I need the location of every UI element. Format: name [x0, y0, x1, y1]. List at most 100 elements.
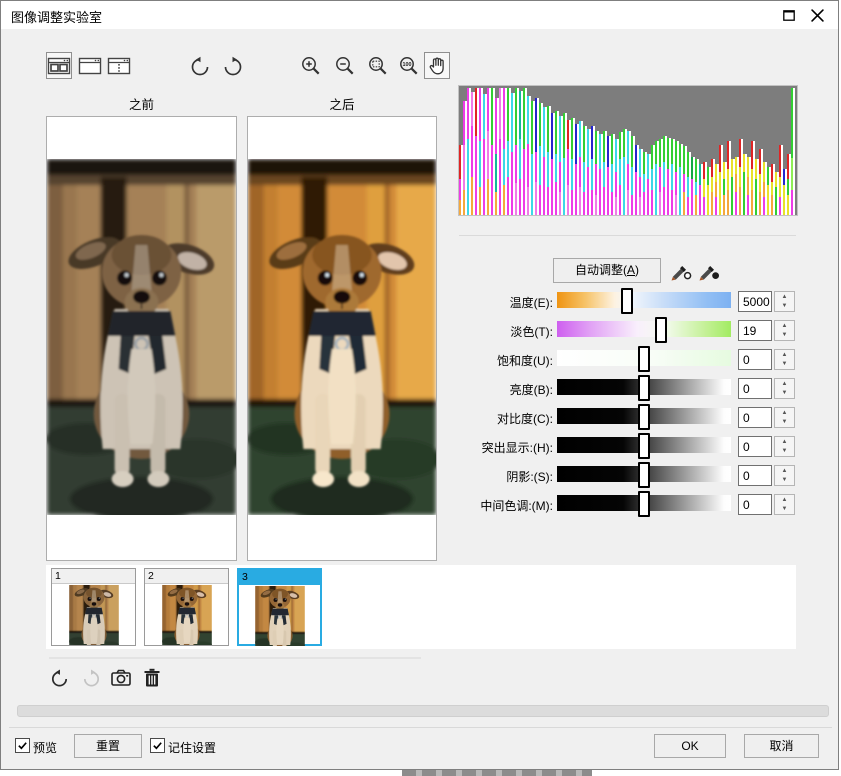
- slider-thumb[interactable]: [638, 404, 650, 430]
- gray-slider-track[interactable]: [557, 491, 731, 517]
- image-adjustment-lab-dialog: 图像调整实验室 100 之前 之后 自动调整(A) 温度(E): 5000 ▲ ▼ 淡色…: [0, 0, 839, 770]
- spinner-down-arrow[interactable]: ▼: [775, 302, 794, 312]
- cancel-button[interactable]: 取消: [744, 734, 819, 758]
- snapshot-thumbnail[interactable]: 2: [144, 568, 229, 646]
- white-point-eyedropper-icon: [671, 265, 692, 280]
- close-icon: [810, 8, 824, 22]
- spinner: ▲ ▼: [774, 436, 795, 457]
- preview-checkbox-label: 预览: [33, 741, 58, 755]
- slider-row: 对比度(C): 0 ▲ ▼: [461, 404, 806, 433]
- slider-thumb[interactable]: [638, 375, 650, 401]
- zoom-100-button[interactable]: 100: [396, 52, 422, 79]
- spinner-down-arrow[interactable]: ▼: [775, 360, 794, 370]
- slider-value-input[interactable]: 19: [738, 320, 772, 341]
- spinner-down-arrow[interactable]: ▼: [775, 331, 794, 341]
- auto-adjust-button[interactable]: 自动调整(A): [553, 258, 661, 283]
- single-preview-button[interactable]: [77, 52, 103, 79]
- slider-thumb[interactable]: [620, 288, 633, 314]
- gray-slider-track[interactable]: [557, 375, 731, 401]
- redo-button[interactable]: [79, 666, 103, 690]
- rotate-cw-button[interactable]: [220, 53, 246, 80]
- slider-thumb[interactable]: [638, 491, 650, 517]
- split-preview-icon: [107, 57, 131, 74]
- slider-thumb[interactable]: [655, 317, 668, 343]
- preview-checkbox[interactable]: [15, 738, 30, 753]
- gray-slider-track[interactable]: [557, 404, 731, 430]
- spinner-down-arrow[interactable]: ▼: [775, 447, 794, 457]
- slider-thumb[interactable]: [638, 433, 650, 459]
- before-after-preview-button[interactable]: [46, 52, 72, 79]
- slider-value-input[interactable]: 0: [738, 436, 772, 457]
- slider-value-input[interactable]: 5000: [738, 291, 772, 312]
- spinner-up-arrow[interactable]: ▲: [775, 466, 794, 476]
- black-point-eyedropper-button[interactable]: [696, 258, 722, 283]
- slider-label: 对比度(C):: [497, 412, 553, 426]
- spinner-down-arrow[interactable]: ▼: [775, 418, 794, 428]
- slider-value-input[interactable]: 0: [738, 407, 772, 428]
- zoom-fit-button[interactable]: [365, 52, 391, 79]
- rotate-cw-icon: [224, 56, 242, 75]
- footer-divider: [9, 727, 832, 728]
- snapshot-thumbnail[interactable]: 3: [237, 568, 322, 646]
- zoom-100-icon: 100: [400, 56, 418, 74]
- zoom-out-button[interactable]: [332, 52, 358, 79]
- spinner-down-arrow[interactable]: ▼: [775, 389, 794, 399]
- slider-value-input[interactable]: 0: [738, 465, 772, 486]
- after-preview-panel[interactable]: [247, 116, 437, 561]
- rotate-ccw-button[interactable]: [187, 53, 213, 80]
- gray-slider-track[interactable]: [557, 433, 731, 459]
- zoom-out-icon: [336, 56, 354, 74]
- spinner-down-arrow[interactable]: ▼: [775, 476, 794, 486]
- single-preview-icon: [78, 57, 102, 74]
- spinner-up-arrow[interactable]: ▲: [775, 350, 794, 360]
- pan-hand-button[interactable]: [424, 52, 450, 79]
- spinner-up-arrow[interactable]: ▲: [775, 495, 794, 505]
- slider-thumb[interactable]: [638, 346, 650, 372]
- thumbnail-photo: [255, 586, 305, 646]
- spinner-up-arrow[interactable]: ▲: [775, 408, 794, 418]
- tint-slider-track[interactable]: [557, 317, 731, 343]
- split-preview-button[interactable]: [106, 52, 132, 79]
- snapshot-camera-icon: [111, 669, 131, 686]
- gray-slider-track[interactable]: [557, 462, 731, 488]
- before-preview-panel[interactable]: [46, 116, 237, 561]
- thumbnail-photo: [69, 585, 119, 645]
- remember-settings-checkbox[interactable]: [150, 738, 165, 753]
- before-label: 之前: [128, 98, 154, 112]
- background-window-edge: [402, 770, 592, 776]
- zoom-in-button[interactable]: [298, 52, 324, 79]
- close-button[interactable]: [807, 5, 827, 25]
- saturation-slider-track[interactable]: [557, 346, 731, 372]
- temperature-slider-track[interactable]: [557, 288, 731, 314]
- snapshot-thumbnail[interactable]: 1: [51, 568, 136, 646]
- check-icon: [153, 742, 162, 750]
- redo-icon: [83, 669, 99, 687]
- thumbnail-scrollbar[interactable]: [49, 657, 421, 659]
- before-photo[interactable]: [47, 159, 236, 515]
- slider-value-input[interactable]: 0: [738, 349, 772, 370]
- undo-icon: [51, 669, 67, 687]
- spinner-down-arrow[interactable]: ▼: [775, 505, 794, 515]
- spinner-up-arrow[interactable]: ▲: [775, 321, 794, 331]
- snapshot-camera-button[interactable]: [109, 666, 133, 690]
- progress-bar: [17, 705, 829, 717]
- ok-button[interactable]: OK: [654, 734, 726, 758]
- zoom-in-icon: [302, 56, 320, 74]
- maximize-icon: [783, 9, 795, 21]
- slider-value-input[interactable]: 0: [738, 378, 772, 399]
- spinner-up-arrow[interactable]: ▲: [775, 379, 794, 389]
- slider-thumb[interactable]: [638, 462, 650, 488]
- after-photo[interactable]: [248, 159, 436, 515]
- spinner-up-arrow[interactable]: ▲: [775, 292, 794, 302]
- undo-button[interactable]: [47, 666, 71, 690]
- spinner: ▲ ▼: [774, 465, 795, 486]
- slider-value-input[interactable]: 0: [738, 494, 772, 515]
- white-point-eyedropper-button[interactable]: [668, 258, 694, 283]
- delete-trash-button[interactable]: [140, 666, 164, 690]
- histogram: [458, 85, 798, 216]
- thumbnail-number: 1: [52, 569, 135, 584]
- spinner-up-arrow[interactable]: ▲: [775, 437, 794, 447]
- after-label: 之后: [329, 98, 355, 112]
- reset-button[interactable]: 重置: [74, 734, 142, 758]
- maximize-button[interactable]: [779, 5, 799, 25]
